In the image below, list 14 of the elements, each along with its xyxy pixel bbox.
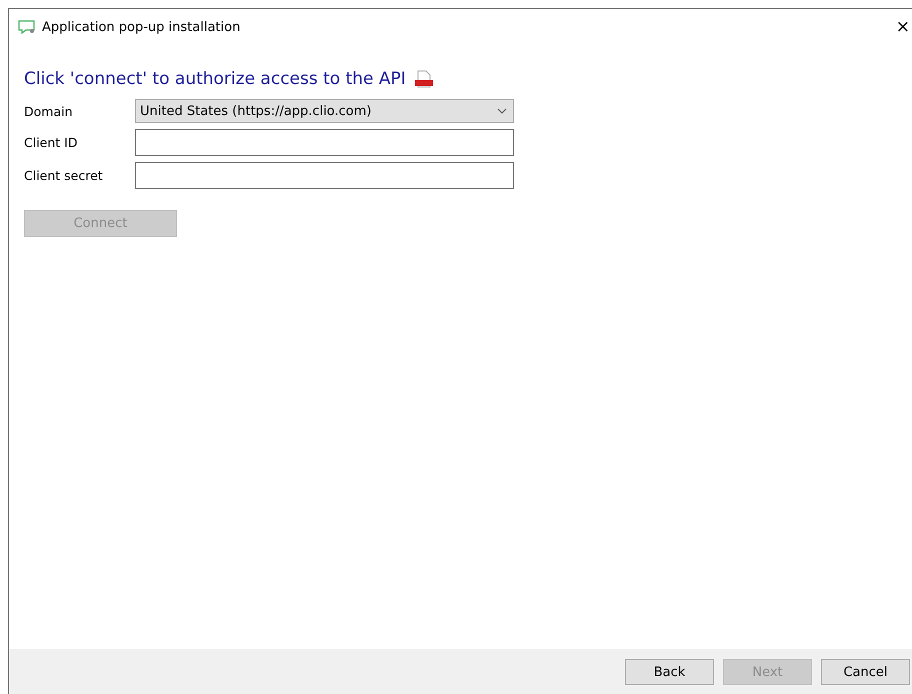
input-field[interactable] bbox=[135, 129, 514, 156]
chat-bubble-icon bbox=[18, 20, 36, 34]
close-button[interactable]: × bbox=[896, 18, 910, 36]
footer-button[interactable]: Cancel bbox=[821, 659, 910, 685]
domain-dropdown[interactable]: United States (https://app.clio.com) bbox=[135, 99, 514, 123]
heading: Click 'connect' to authorize access to the API bbox=[24, 69, 406, 89]
field-label: Domain bbox=[24, 104, 74, 118]
input-field[interactable] bbox=[135, 162, 514, 189]
chevron-down-icon bbox=[497, 108, 507, 114]
pdf-icon[interactable] bbox=[414, 70, 434, 88]
field-label: Client secret bbox=[24, 168, 104, 183]
footer-button[interactable]: Back bbox=[625, 659, 714, 685]
window-title: Application pop-up installation bbox=[42, 20, 240, 34]
field-label: Client ID bbox=[24, 135, 78, 150]
